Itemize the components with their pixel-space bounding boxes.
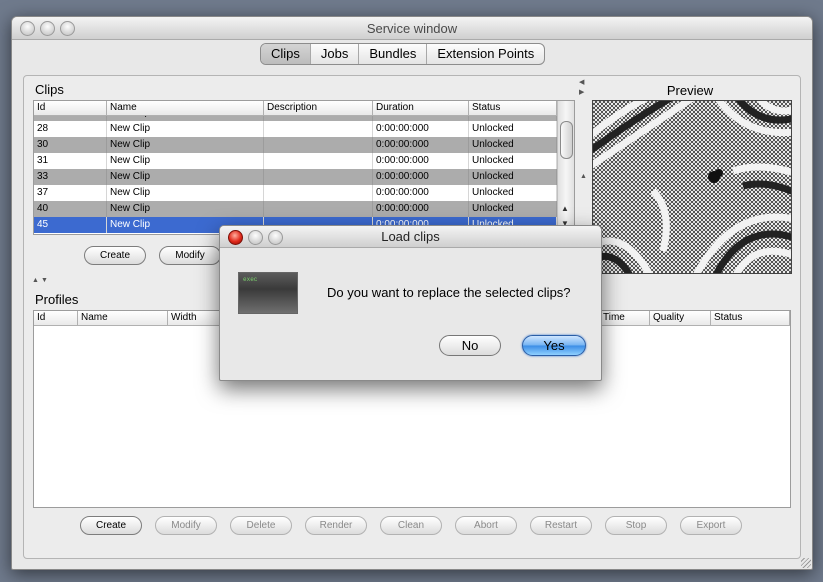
clips-table-header: Id Name Description Duration Status bbox=[34, 101, 557, 116]
resize-grip-icon[interactable] bbox=[801, 558, 811, 568]
no-button[interactable]: No bbox=[439, 335, 501, 356]
profiles-create-button[interactable]: Create bbox=[80, 516, 142, 535]
column-header-description[interactable]: Description bbox=[264, 101, 373, 115]
table-cell-name: New Clip bbox=[107, 153, 264, 169]
dialog-title: Load clips bbox=[381, 229, 440, 244]
table-cell-name: New Clip bbox=[107, 185, 264, 201]
clips-modify-button[interactable]: Modify bbox=[159, 246, 221, 265]
profiles-export-button[interactable]: Export bbox=[680, 516, 742, 535]
table-cell-description bbox=[264, 121, 373, 137]
column-header-time[interactable]: Time bbox=[600, 311, 650, 325]
tab-bar: Clips Jobs Bundles Extension Points bbox=[260, 43, 546, 65]
split-up-icon[interactable]: ▲ bbox=[32, 277, 39, 284]
table-row[interactable]: 40 New Clip 0:00:00:000 Unlocked bbox=[34, 201, 557, 217]
table-row[interactable]: 37 New Clip 0:00:00:000 Unlocked bbox=[34, 185, 557, 201]
yes-button[interactable]: Yes bbox=[522, 335, 586, 356]
clips-table-scrollbar[interactable]: ▲ ▼ bbox=[557, 101, 574, 234]
table-cell-duration: 0:00:00:000 bbox=[373, 169, 469, 185]
table-cell-duration: 0:00:00:000 bbox=[373, 121, 469, 137]
preview-image bbox=[592, 100, 792, 274]
expand-right-icon[interactable]: ▶ bbox=[579, 88, 584, 96]
table-cell-id: 37 bbox=[34, 185, 107, 201]
table-cell-status: Unlocked bbox=[469, 201, 557, 217]
column-header-status[interactable]: Status bbox=[711, 311, 790, 325]
table-cell-duration: 0:00:00:000 bbox=[373, 137, 469, 153]
profiles-abort-button[interactable]: Abort bbox=[455, 516, 517, 535]
preview-title: Preview bbox=[666, 83, 714, 98]
profiles-stop-button[interactable]: Stop bbox=[605, 516, 667, 535]
column-header-quality[interactable]: Quality bbox=[650, 311, 711, 325]
table-cell-description bbox=[264, 153, 373, 169]
terminal-app-icon: exec bbox=[238, 272, 298, 314]
profiles-delete-button[interactable]: Delete bbox=[230, 516, 292, 535]
column-header-id[interactable]: Id bbox=[34, 311, 78, 325]
table-cell-description bbox=[264, 185, 373, 201]
column-header-name[interactable]: Name bbox=[78, 311, 168, 325]
table-cell-description bbox=[264, 201, 373, 217]
table-cell-description bbox=[264, 169, 373, 185]
table-cell-duration: 0:00:00:000 bbox=[373, 185, 469, 201]
table-cell-name: New Clip bbox=[107, 137, 264, 153]
column-header-duration[interactable]: Duration bbox=[373, 101, 469, 115]
split-down-icon[interactable]: ▼ bbox=[41, 277, 48, 284]
table-cell-description bbox=[264, 137, 373, 153]
table-cell-name: New Clip bbox=[107, 121, 264, 137]
tab-jobs[interactable]: Jobs bbox=[311, 44, 360, 64]
table-cell-duration: 0:00:00:000 bbox=[373, 201, 469, 217]
table-cell-name: New Clip bbox=[107, 201, 264, 217]
profiles-clean-button[interactable]: Clean bbox=[380, 516, 442, 535]
tab-bundles[interactable]: Bundles bbox=[359, 44, 428, 64]
table-row[interactable]: 28 New Clip 0:00:00:000 Unlocked bbox=[34, 121, 557, 137]
table-cell-name: New Clip bbox=[107, 169, 264, 185]
window-title: Service window bbox=[366, 21, 458, 36]
profiles-section-title: Profiles bbox=[35, 292, 79, 307]
table-cell-status: Unlocked bbox=[469, 185, 557, 201]
tab-clips[interactable]: Clips bbox=[261, 44, 311, 64]
clips-section-title: Clips bbox=[35, 82, 64, 97]
column-header-id[interactable]: Id bbox=[34, 101, 107, 115]
table-cell-id: 33 bbox=[34, 169, 107, 185]
table-cell-id: 31 bbox=[34, 153, 107, 169]
table-row[interactable]: 33 New Clip 0:00:00:000 Unlocked bbox=[34, 169, 557, 185]
collapse-left-icon[interactable]: ◀ bbox=[579, 78, 584, 86]
table-cell-status: Unlocked bbox=[469, 137, 557, 153]
table-cell-status: Unlocked bbox=[469, 153, 557, 169]
table-cell-id: 45 bbox=[34, 217, 107, 233]
table-cell-id: 40 bbox=[34, 201, 107, 217]
profiles-modify-button[interactable]: Modify bbox=[155, 516, 217, 535]
clips-create-button[interactable]: Create bbox=[84, 246, 146, 265]
dialog-titlebar[interactable]: Load clips bbox=[220, 226, 601, 248]
scroll-up-icon[interactable]: ▲ bbox=[561, 204, 569, 213]
scrollbar-thumb[interactable] bbox=[560, 121, 573, 159]
dialog-message: Do you want to replace the selected clip… bbox=[327, 285, 571, 300]
split-up-icon[interactable]: ▲ bbox=[580, 173, 587, 180]
window-titlebar[interactable]: Service window bbox=[12, 17, 812, 40]
table-cell-id: 30 bbox=[34, 137, 107, 153]
table-cell-status: Unlocked bbox=[469, 169, 557, 185]
profiles-render-button[interactable]: Render bbox=[305, 516, 367, 535]
load-clips-dialog: Load clips exec Do you want to replace t… bbox=[219, 225, 602, 381]
table-row[interactable]: 30 New Clip 0:00:00:000 Unlocked bbox=[34, 137, 557, 153]
table-cell-id: 28 bbox=[34, 121, 107, 137]
profiles-restart-button[interactable]: Restart bbox=[530, 516, 592, 535]
column-header-status[interactable]: Status bbox=[469, 101, 557, 115]
table-cell-status: Unlocked bbox=[469, 121, 557, 137]
tab-extension-points[interactable]: Extension Points bbox=[427, 44, 544, 64]
clips-table: Id Name Description Duration Status 27Ne… bbox=[33, 100, 575, 235]
column-header-name[interactable]: Name bbox=[107, 101, 264, 115]
table-row[interactable]: 31 New Clip 0:00:00:000 Unlocked bbox=[34, 153, 557, 169]
table-cell-duration: 0:00:00:000 bbox=[373, 153, 469, 169]
